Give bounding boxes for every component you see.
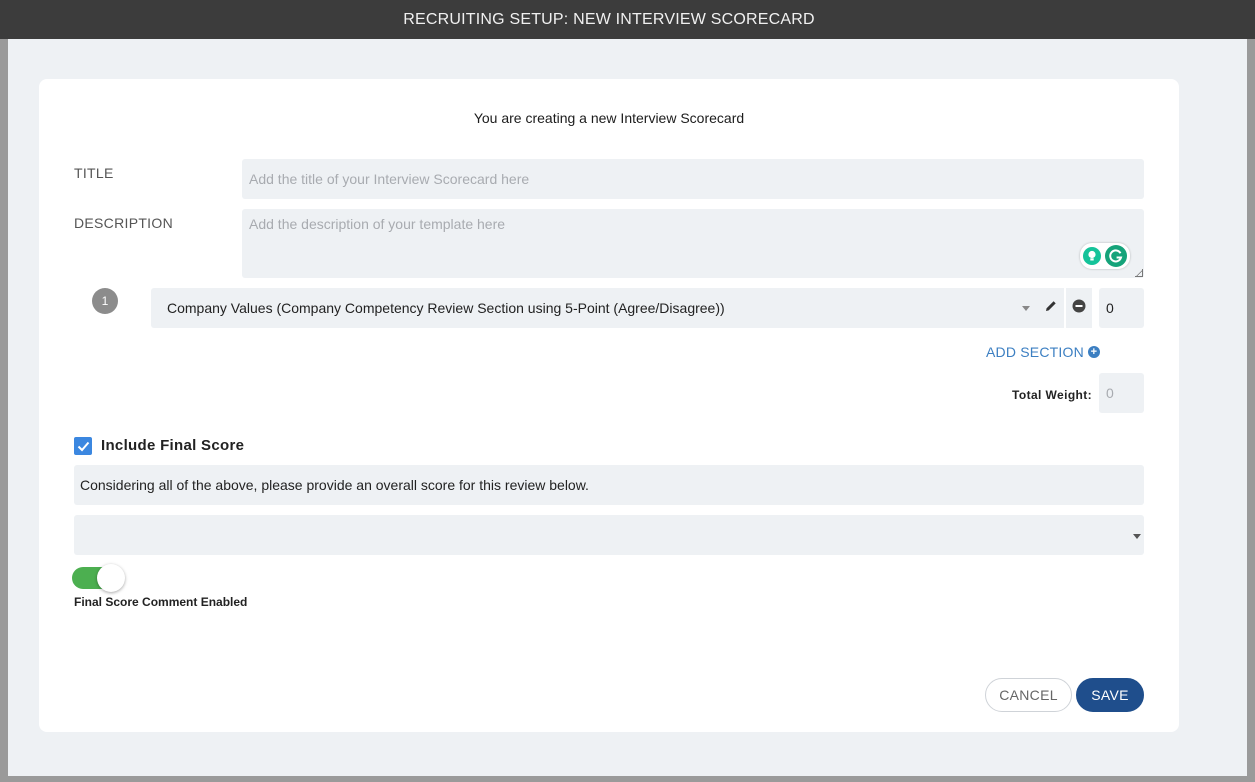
plus-circle-icon: + [1087, 346, 1100, 358]
final-score-comment-label: Final Score Comment Enabled [74, 595, 248, 609]
pencil-icon [1044, 299, 1058, 318]
lightbulb-icon[interactable] [1083, 247, 1101, 265]
section-number-badge: 1 [92, 288, 118, 314]
modal-title: RECRUITING SETUP: NEW INTERVIEW SCORECAR… [403, 10, 815, 28]
final-score-select[interactable] [74, 515, 1144, 555]
section-weight-value: 0 [1106, 300, 1114, 316]
include-final-score-label: Include Final Score [101, 437, 245, 454]
final-score-prompt: Considering all of the above, please pro… [74, 465, 1144, 505]
include-final-score-checkbox[interactable] [74, 437, 92, 455]
final-score-comment-toggle[interactable] [72, 564, 125, 592]
scorecard-modal: RECRUITING SETUP: NEW INTERVIEW SCORECAR… [0, 0, 1255, 782]
section-number: 1 [101, 294, 109, 308]
add-section-label: ADD SECTION [986, 344, 1084, 360]
title-input[interactable] [242, 159, 1144, 199]
save-button[interactable]: SAVE [1076, 678, 1144, 712]
edit-section-button[interactable] [1038, 288, 1064, 328]
description-label: DESCRIPTION [74, 215, 173, 231]
cancel-button[interactable]: CANCEL [985, 678, 1072, 712]
description-textarea[interactable] [242, 209, 1144, 278]
section-select[interactable]: Company Values (Company Competency Revie… [151, 288, 1038, 328]
remove-section-button[interactable] [1066, 288, 1092, 328]
modal-header: RECRUITING SETUP: NEW INTERVIEW SCORECAR… [0, 0, 1255, 39]
title-label: TITLE [74, 165, 114, 181]
section-select-value: Company Values (Company Competency Revie… [167, 300, 725, 316]
minus-circle-icon [1072, 299, 1086, 318]
resize-handle[interactable] [1135, 269, 1143, 277]
form-card: You are creating a new Interview Scoreca… [39, 79, 1179, 732]
add-section-button[interactable]: ADD SECTION + [986, 344, 1100, 360]
section-weight-input[interactable]: 0 [1099, 288, 1144, 328]
checkmark-icon [77, 441, 89, 451]
chevron-down-icon [1022, 306, 1030, 311]
toggle-knob [97, 564, 125, 592]
final-score-prompt-text: Considering all of the above, please pro… [80, 477, 589, 493]
total-weight-value: 0 [1106, 385, 1114, 401]
total-weight-label: Total Weight: [1012, 388, 1093, 402]
grammarly-icon[interactable] [1105, 245, 1127, 267]
chevron-down-icon [1133, 534, 1141, 539]
total-weight-input: 0 [1099, 373, 1144, 413]
grammarly-widget[interactable] [1080, 243, 1130, 269]
form-heading: You are creating a new Interview Scoreca… [473, 110, 745, 126]
